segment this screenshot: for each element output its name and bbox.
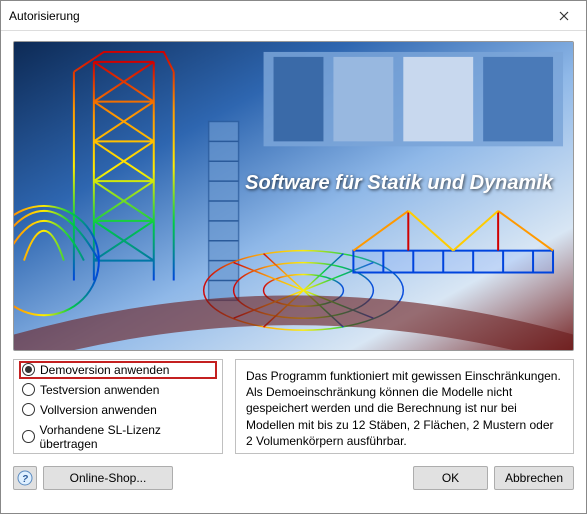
radio-icon (22, 403, 35, 416)
radio-label: Vorhandene SL-Lizenz übertragen (40, 423, 215, 451)
dialog-window: Autorisierung (0, 0, 587, 514)
close-icon (559, 11, 569, 21)
help-button[interactable]: ? (13, 466, 37, 490)
description-box: Das Programm funktioniert mit gewissen E… (235, 359, 574, 454)
radio-icon (22, 383, 35, 396)
ok-button[interactable]: OK (413, 466, 488, 490)
online-shop-button[interactable]: Online-Shop... (43, 466, 173, 490)
radio-vollversion[interactable]: Vollversion anwenden (20, 402, 216, 418)
radio-icon (22, 363, 35, 376)
options-row: Demoversion anwenden Testversion anwende… (13, 359, 574, 454)
radio-icon (22, 430, 35, 443)
radio-sl-lizenz[interactable]: Vorhandene SL-Lizenz übertragen (20, 422, 216, 452)
radio-label: Vollversion anwenden (40, 403, 157, 417)
window-title: Autorisierung (9, 9, 80, 23)
footer: ? Online-Shop... OK Abbrechen (13, 462, 574, 490)
radio-label: Demoversion anwenden (40, 363, 169, 377)
help-icon: ? (17, 470, 33, 486)
version-options-group: Demoversion anwenden Testversion anwende… (13, 359, 223, 454)
banner-slogan: Software für Statik und Dynamik (245, 172, 553, 195)
radio-testversion[interactable]: Testversion anwenden (20, 382, 216, 398)
radio-label: Testversion anwenden (40, 383, 159, 397)
svg-text:?: ? (22, 474, 28, 485)
dialog-content: Software für Statik und Dynamik Demovers… (1, 31, 586, 513)
cancel-button[interactable]: Abbrechen (494, 466, 574, 490)
radio-demoversion[interactable]: Demoversion anwenden (20, 362, 216, 378)
titlebar: Autorisierung (1, 1, 586, 31)
banner-image: Software für Statik und Dynamik (13, 41, 574, 351)
close-button[interactable] (541, 1, 586, 30)
